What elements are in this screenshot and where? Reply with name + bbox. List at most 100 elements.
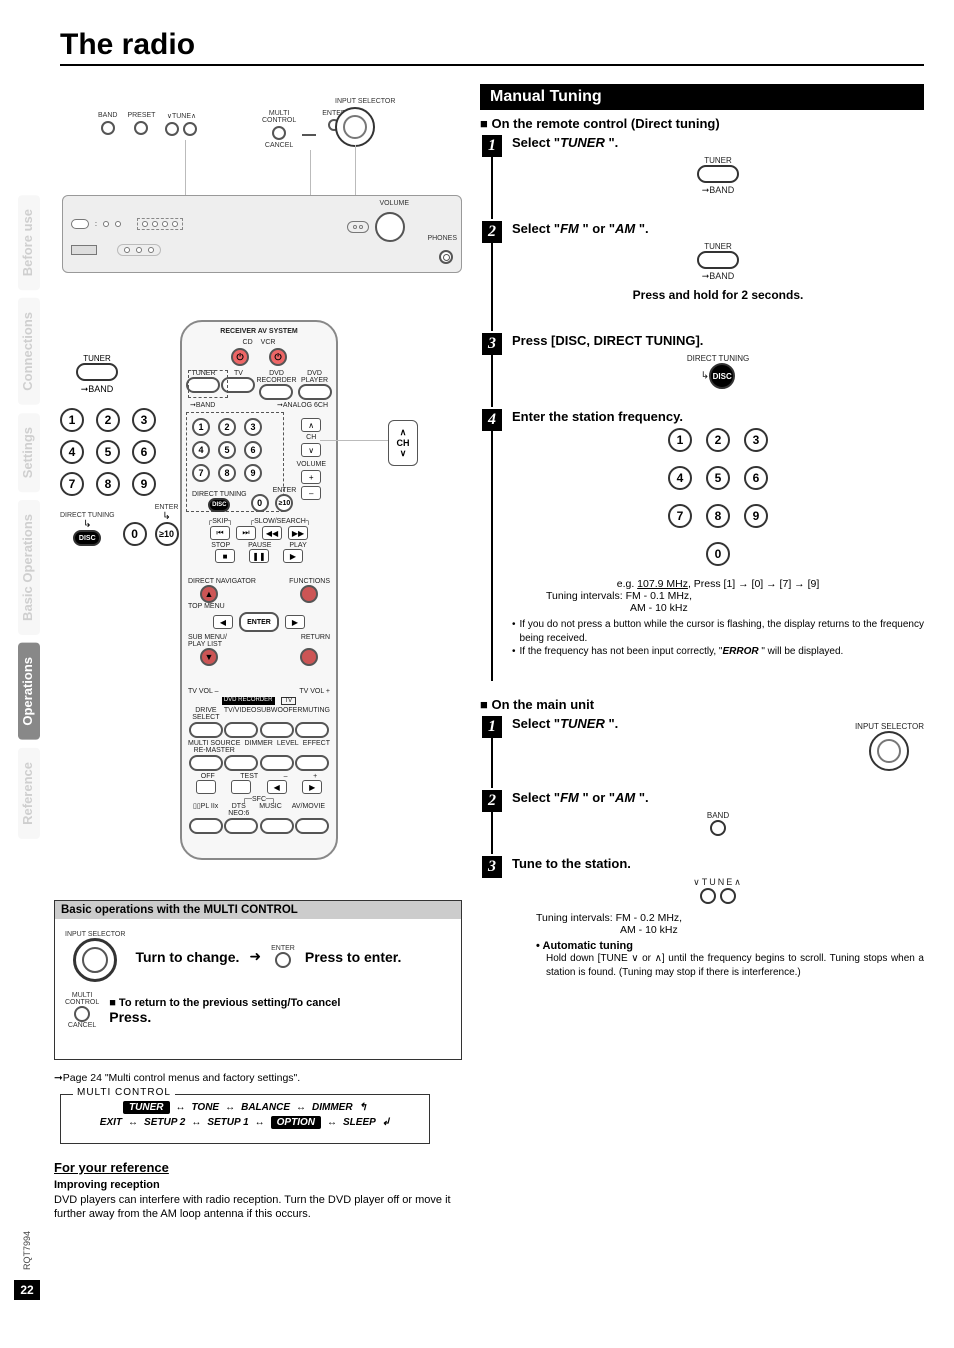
preset-button-icon [134, 121, 148, 135]
rc-key-0: 0 [251, 494, 269, 512]
illus-tune-label: TUNE [702, 877, 735, 887]
example-line: e.g. 107.9 MHz, Press [1] → [0] → [7] → … [512, 578, 924, 590]
label-tv: TV [234, 370, 243, 377]
nav-up-icon: ▲ [200, 585, 218, 603]
label-cancel: CANCEL [265, 142, 293, 149]
tab-basic-ops: Basic Operations [18, 500, 40, 635]
illus-dt-label: DIRECT TUNING [512, 354, 924, 363]
btn-dimmer [224, 755, 258, 771]
illus-band-arrow: ➞BAND [697, 185, 739, 196]
remote-subhead: ■ On the remote control (Direct tuning) [480, 116, 924, 131]
manual-tuning-section: Manual Tuning ■ On the remote control (D… [480, 84, 924, 979]
nav-fn-icon [300, 585, 318, 603]
chain-tuner: TUNER [123, 1101, 169, 1114]
dashed-group [137, 218, 183, 230]
auto-tuning-head: • Automatic tuning [536, 940, 924, 952]
label-analog: ➞ANALOG 6CH [277, 402, 328, 409]
label-dvd-rec: DVD RECORDER [256, 370, 296, 384]
step-2: 2 Select "FM " or "AM ". TUNER ➞BAND Pre… [480, 221, 924, 331]
illus-band-button [710, 820, 726, 836]
label-multi-control: MULTI CONTROL [65, 992, 99, 1006]
step-num-4: 4 [482, 409, 502, 431]
key-2: 2 [96, 408, 120, 432]
input-selector-knob-icon [73, 938, 117, 982]
btn-subwoofer [260, 722, 294, 738]
input-selector-knob-top: INPUT SELECTOR [335, 98, 395, 150]
rc-key-4: 4 [192, 441, 210, 459]
enter-button-icon [275, 952, 291, 968]
label-neo: DTS NEO:6 [228, 803, 249, 817]
dot-icon [115, 221, 121, 227]
nav-right-icon: ▶ [285, 615, 305, 629]
btn-minus: ◀ [267, 780, 287, 794]
chain-balance: BALANCE [241, 1102, 290, 1113]
rc-key-6: 6 [244, 441, 262, 459]
tune-down-icon [165, 122, 179, 136]
label-level: LEVEL [277, 740, 299, 754]
main-ti-am: AM - 10 kHz [536, 924, 924, 936]
key-3: 3 [132, 408, 156, 432]
tab-before-use: Before use [18, 195, 40, 290]
key-9: 9 [132, 472, 156, 496]
rc-key-7: 7 [192, 464, 210, 482]
rc-key-gte10: ≥10 [275, 494, 293, 512]
label-pause: PAUSE [248, 542, 271, 549]
label-functions: FUNCTIONS [289, 578, 330, 585]
rc-disc-icon: DISC [208, 498, 230, 512]
hold-instruction: Press and hold for 2 seconds. [512, 288, 924, 302]
label-plus: + [313, 773, 317, 780]
pause-icon: ❚❚ [249, 549, 269, 563]
label-cd: CD [243, 339, 253, 346]
illus-tuner-label: TUNER [697, 156, 739, 165]
power-icon [71, 219, 89, 229]
dbl-arrow-icon [296, 1102, 306, 1113]
section-header: Manual Tuning [480, 84, 924, 110]
fyr-heading: For your reference [54, 1160, 484, 1175]
dbl-arrow-icon [176, 1102, 186, 1113]
step-num-3: 3 [482, 333, 502, 355]
step-1: 1 Select "TUNER ". TUNER ➞BAND [480, 135, 924, 219]
dbl-arrow-icon [327, 1117, 337, 1128]
dvd-play-select-icon [298, 384, 332, 400]
step-3-text: Press [DISC, DIRECT TUNING]. [512, 333, 924, 348]
fyr-body: DVD players can interfere with radio rec… [54, 1193, 474, 1222]
main-step-1: 1 Select "TUNER ". INPUT SELECTOR [480, 716, 924, 788]
kp-7: 7 [668, 504, 692, 528]
power-device-icon: ⏻ [269, 348, 287, 366]
label-stop: STOP [211, 542, 230, 549]
label-pl2: ▯▯PL IIx [193, 803, 218, 817]
play-icon: ▶ [283, 549, 303, 563]
kp-6: 6 [744, 466, 768, 490]
tab-operations: Operations [18, 643, 40, 740]
kp-3: 3 [744, 428, 768, 452]
kp-0: 0 [706, 542, 730, 566]
volume-knob-icon [375, 212, 405, 242]
label-phones: PHONES [427, 235, 457, 242]
nav-enter-icon: ENTER [239, 612, 279, 632]
multi-control-cancel-icon [272, 126, 286, 140]
chain-setup1: SETUP 1 [207, 1117, 248, 1128]
label-band: BAND [98, 112, 117, 119]
note-2: •If the frequency has not been input cor… [512, 645, 924, 659]
label-multi-control: MULTI CONTROL [262, 110, 296, 124]
power-receiver-icon: ⏻ [231, 348, 249, 366]
illus-tuner-button [697, 251, 739, 269]
nav-return-icon [300, 648, 318, 666]
page-ref: ➞Page 24 "Multi control menus and factor… [54, 1072, 300, 1084]
page-title: The radio [60, 28, 195, 61]
label-volume: VOLUME [379, 200, 409, 207]
btn-effect [295, 755, 329, 771]
label-input-selector: INPUT SELECTOR [65, 931, 125, 938]
key-6: 6 [132, 440, 156, 464]
label-sfc: SFC [252, 796, 266, 803]
illus-tune-down [700, 888, 716, 904]
btn-off [196, 780, 216, 794]
remote-title: RECEIVER AV SYSTEM [182, 328, 336, 335]
doc-code: RQT7994 [22, 1231, 32, 1270]
chain-exit: EXIT [100, 1117, 122, 1128]
rc-label-enter: ENTER [273, 487, 297, 494]
main-step-num-1: 1 [482, 716, 502, 738]
kp-4: 4 [668, 466, 692, 490]
skip-fwd-icon: ⏭ [236, 526, 256, 540]
btn-music [260, 818, 294, 834]
